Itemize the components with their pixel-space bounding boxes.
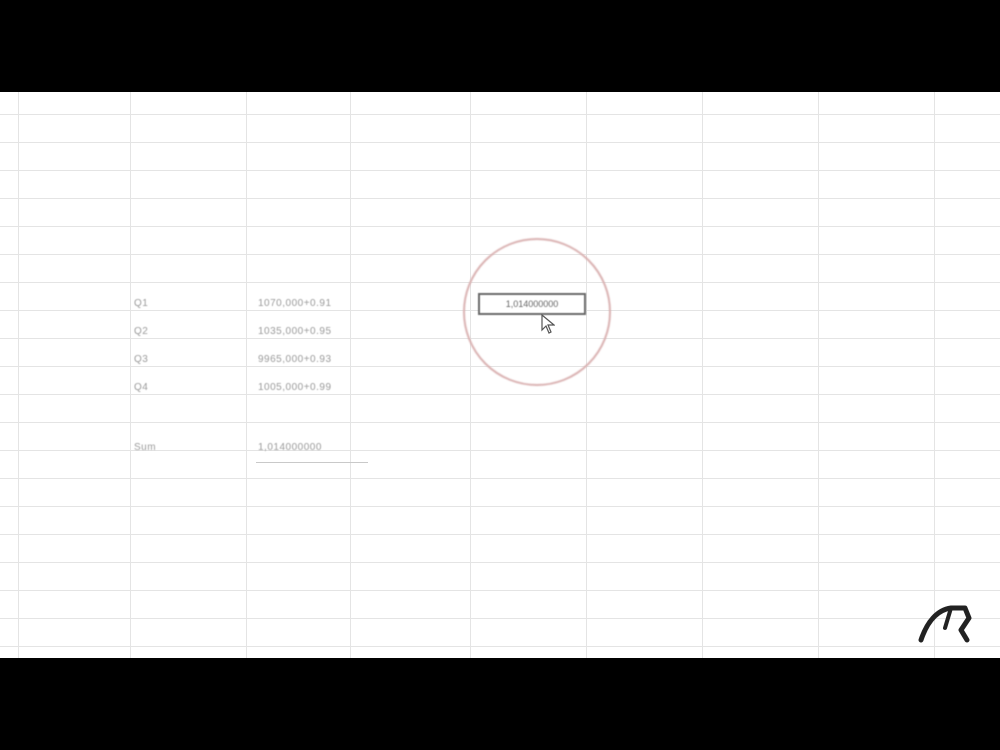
gridline <box>0 590 1000 591</box>
row-label-q1[interactable]: Q1 <box>134 298 174 309</box>
gridline <box>0 198 1000 199</box>
selected-cell-value: 1,014000000 <box>505 299 559 309</box>
row-label-q4[interactable]: Q4 <box>134 382 174 393</box>
gridline <box>934 92 935 658</box>
gridline <box>0 618 1000 619</box>
brand-logo-icon <box>918 605 972 643</box>
row-label-q3[interactable]: Q3 <box>134 354 174 365</box>
gridline <box>130 92 131 658</box>
mouse-pointer-icon <box>541 314 555 334</box>
gridline <box>0 422 1000 423</box>
total-value[interactable]: 1,014000000 <box>258 442 398 453</box>
gridline <box>0 506 1000 507</box>
gridline <box>18 92 19 658</box>
gridline <box>350 92 351 658</box>
gridline <box>818 92 819 658</box>
row-value-q3[interactable]: 9965,000+0.93 <box>258 354 398 365</box>
spreadsheet-grid[interactable]: Q1 1070,000+0.91 Q2 1035,000+0.95 Q3 996… <box>0 92 1000 658</box>
gridline <box>0 170 1000 171</box>
gridline <box>0 478 1000 479</box>
gridline <box>0 394 1000 395</box>
letterbox-bottom <box>0 658 1000 750</box>
row-value-q2[interactable]: 1035,000+0.95 <box>258 326 398 337</box>
gridline <box>0 646 1000 647</box>
row-value-q1[interactable]: 1070,000+0.91 <box>258 298 398 309</box>
row-value-q4[interactable]: 1005,000+0.99 <box>258 382 398 393</box>
gridline <box>0 534 1000 535</box>
gridline <box>0 562 1000 563</box>
total-underline <box>256 462 368 463</box>
gridline <box>0 226 1000 227</box>
total-label[interactable]: Sum <box>134 442 174 453</box>
gridline <box>702 92 703 658</box>
gridline <box>470 92 471 658</box>
row-label-q2[interactable]: Q2 <box>134 326 174 337</box>
gridline <box>0 114 1000 115</box>
gridline <box>586 92 587 658</box>
gridline <box>0 142 1000 143</box>
letterbox-top <box>0 0 1000 92</box>
selected-cell[interactable]: 1,014000000 <box>478 293 586 315</box>
gridline <box>246 92 247 658</box>
